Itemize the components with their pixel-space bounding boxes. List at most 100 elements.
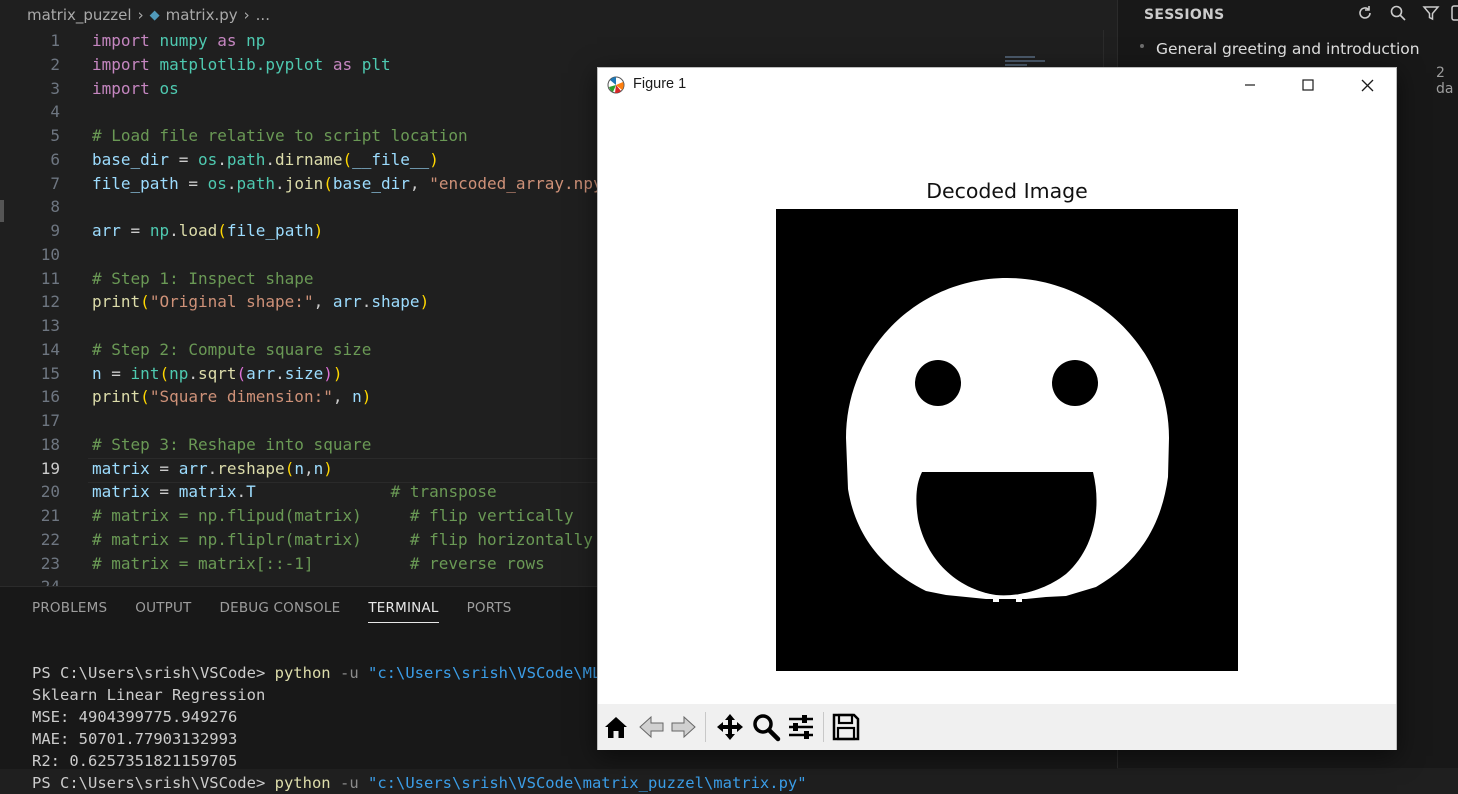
line-number: 19 xyxy=(40,459,60,478)
code-text: # Step 1: Inspect shape xyxy=(92,269,314,288)
configure-icon[interactable] xyxy=(786,712,816,742)
session-bullet-icon xyxy=(1140,44,1144,48)
line-number: 24 xyxy=(0,575,60,586)
filter-icon[interactable] xyxy=(1422,4,1440,27)
figure-title: Figure 1 xyxy=(633,76,687,92)
minimize-icon xyxy=(1245,84,1255,86)
save-icon[interactable] xyxy=(831,712,861,742)
code-text: # matrix = np.fliplr(matrix) # flip hori… xyxy=(92,530,593,549)
session-time: 2 da xyxy=(1436,65,1454,97)
left-eye xyxy=(915,360,961,406)
code-text: # matrix = np.flipud(matrix) # flip vert… xyxy=(92,506,574,525)
toolbar-divider xyxy=(823,712,824,742)
terminal-prompt: PS C:\Users\srish\VSCode> xyxy=(32,774,266,792)
line-number: 13 xyxy=(40,316,60,335)
line-number: 3 xyxy=(50,79,60,98)
plot-canvas[interactable]: Decoded Image xyxy=(598,102,1396,702)
zoom-icon[interactable] xyxy=(751,712,781,742)
minimize-button[interactable] xyxy=(1221,68,1279,102)
line-number: 7 xyxy=(50,174,60,193)
line-number: 14 xyxy=(40,340,60,359)
line-number: 4 xyxy=(50,102,60,121)
breadcrumb-folder[interactable]: matrix_puzzel xyxy=(27,6,132,24)
line-number: 11 xyxy=(40,269,60,288)
line-number: 5 xyxy=(50,126,60,145)
line-number: 22 xyxy=(40,530,60,549)
home-icon[interactable] xyxy=(601,712,631,742)
line-number: 21 xyxy=(40,506,60,525)
line-number: 9 xyxy=(50,221,60,240)
panel-tabs: PROBLEMS OUTPUT DEBUG CONSOLE TERMINAL P… xyxy=(32,600,540,623)
tab-debug-console[interactable]: DEBUG CONSOLE xyxy=(220,600,341,623)
terminal-command: python xyxy=(274,774,331,792)
code-text: import os xyxy=(92,79,179,98)
figure-window[interactable]: Figure 1 Decoded Image xyxy=(597,67,1397,750)
breadcrumb-more[interactable]: ... xyxy=(256,6,270,24)
panel-icon[interactable] xyxy=(1451,4,1458,27)
terminal-flag: -u xyxy=(339,774,359,792)
tab-output[interactable]: OUTPUT xyxy=(135,600,191,623)
terminal-path: "c:\Users\srish\VSCode\ML\L xyxy=(368,664,620,682)
forward-icon[interactable] xyxy=(668,712,698,742)
plot-title: Decoded Image xyxy=(926,179,1088,203)
terminal-line: MSE: 4904399775.949276 xyxy=(32,708,238,726)
breadcrumb-file[interactable]: matrix.py xyxy=(166,6,238,24)
tab-terminal[interactable]: TERMINAL xyxy=(368,600,439,623)
code-text: matrix = matrix.T # transpose xyxy=(92,482,497,501)
line-number: 20 xyxy=(40,482,60,501)
code-text: print("Square dimension:", n) xyxy=(92,387,372,406)
line-number: 17 xyxy=(40,411,60,430)
line-number: 1 xyxy=(50,31,60,50)
line-number: 2 xyxy=(50,55,60,74)
code-text: n = int(np.sqrt(arr.size)) xyxy=(92,364,343,383)
terminal-line: Sklearn Linear Regression xyxy=(32,686,266,704)
code-text: arr = np.load(file_path) xyxy=(92,221,324,240)
search-icon[interactable] xyxy=(1389,4,1407,27)
back-icon[interactable] xyxy=(637,712,667,742)
decoded-image xyxy=(776,209,1238,671)
tab-problems[interactable]: PROBLEMS xyxy=(32,600,107,623)
session-item[interactable]: General greeting and introduction xyxy=(1156,40,1420,58)
terminal-command: python xyxy=(274,664,331,682)
code-text: # Load file relative to script location xyxy=(92,126,468,145)
chevron-right-icon: › xyxy=(243,6,250,24)
line-number: 16 xyxy=(40,387,60,406)
terminal-flag: -u xyxy=(339,664,359,682)
line-number: 12 xyxy=(40,292,60,311)
terminal-prompt: PS C:\Users\srish\VSCode> xyxy=(32,664,266,682)
line-number: 23 xyxy=(40,554,60,573)
pan-icon[interactable] xyxy=(715,712,745,742)
code-text: matrix = arr.reshape(n,n) xyxy=(92,459,333,478)
matplotlib-logo-icon xyxy=(607,76,625,94)
toolbar-divider xyxy=(705,712,706,742)
figure-toolbar xyxy=(598,704,1396,750)
refresh-icon[interactable] xyxy=(1356,4,1374,27)
code-text: file_path = os.path.join(base_dir, "enco… xyxy=(92,174,603,193)
code-text: import matplotlib.pyplot as plt xyxy=(92,55,391,74)
code-line[interactable]: 1 import numpy as np xyxy=(0,30,1117,53)
line-number: 10 xyxy=(40,245,60,264)
close-icon xyxy=(1361,79,1373,91)
tab-ports[interactable]: PORTS xyxy=(467,600,512,623)
terminal-line: R2: 0.6257351821159705 xyxy=(32,752,238,770)
maximize-button[interactable] xyxy=(1279,68,1337,102)
right-eye xyxy=(1052,360,1098,406)
code-text: import numpy as np xyxy=(92,31,266,50)
code-text: print("Original shape:", arr.shape) xyxy=(92,292,430,311)
line-number: 8 xyxy=(50,197,60,216)
code-text: # Step 3: Reshape into square xyxy=(92,435,372,454)
code-text: # Step 2: Compute square size xyxy=(92,340,372,359)
line-number: 18 xyxy=(40,435,60,454)
code-text: # matrix = matrix[::-1] # reverse rows xyxy=(92,554,545,573)
maximize-icon xyxy=(1302,79,1314,91)
close-button[interactable] xyxy=(1338,68,1396,102)
figure-titlebar[interactable]: Figure 1 xyxy=(598,68,1396,102)
breadcrumb: matrix_puzzel › ◆ matrix.py › ... xyxy=(0,0,1117,30)
chevron-right-icon: › xyxy=(137,6,144,24)
code-text: base_dir = os.path.dirname(__file__) xyxy=(92,150,439,169)
sessions-title: SESSIONS xyxy=(1144,7,1225,23)
line-number: 6 xyxy=(50,150,60,169)
terminal-path: "c:\Users\srish\VSCode\matrix_puzzel\mat… xyxy=(368,774,807,792)
python-file-icon: ◆ xyxy=(149,7,160,23)
terminal-line: MAE: 50701.77903132993 xyxy=(32,730,238,748)
